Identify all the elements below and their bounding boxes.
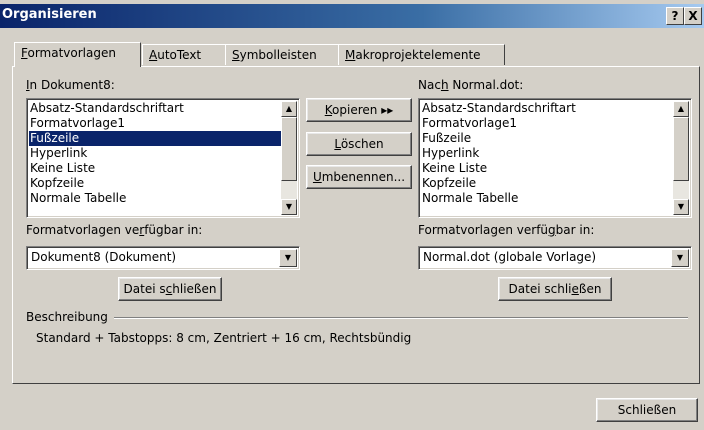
source-list-item[interactable]: Keine Liste	[29, 161, 281, 176]
source-list-item[interactable]: Kopfzeile	[29, 176, 281, 191]
target-availability-combo[interactable]: Normal.dot (globale Vorlage) ▼	[418, 246, 692, 270]
close-button[interactable]: Schließen	[596, 398, 698, 422]
help-button[interactable]: ?	[666, 7, 684, 25]
description-divider	[114, 317, 688, 319]
copy-button[interactable]: Kopieren ▸▸	[306, 98, 412, 122]
source-close-file-button[interactable]: Datei schließen	[118, 277, 222, 301]
dropdown-icon[interactable]: ▼	[279, 249, 297, 267]
window-title: Organisieren	[2, 7, 97, 22]
tab-autotext[interactable]: AutoText	[142, 44, 226, 65]
target-style-list[interactable]: Absatz-Standardschriftart Formatvorlage1 F…	[418, 98, 692, 218]
scroll-up-icon[interactable]: ▲	[673, 101, 689, 117]
source-style-list[interactable]: Absatz-Standardschriftart Formatvorlage1 F…	[26, 98, 300, 218]
scroll-down-icon[interactable]: ▼	[673, 199, 689, 215]
target-close-file-button[interactable]: Datei schließen	[498, 277, 612, 301]
target-list-scrollbar[interactable]: ▲ ▼	[673, 101, 689, 215]
description-text: Standard + Tabstopps: 8 cm, Zentriert + …	[36, 331, 412, 345]
close-window-button[interactable]: X	[684, 7, 702, 25]
tab-formatvorlagen[interactable]: Formatvorlagen	[14, 42, 141, 67]
source-list-item[interactable]: Hyperlink	[29, 146, 281, 161]
source-list-item[interactable]: Formatvorlage1	[29, 116, 281, 131]
target-list-item[interactable]: Kopfzeile	[421, 176, 673, 191]
source-list-item[interactable]: Absatz-Standardschriftart	[29, 101, 281, 116]
target-label: Nach Normal.dot:	[418, 78, 524, 92]
dropdown-icon[interactable]: ▼	[671, 249, 689, 267]
tab-makroprojektelemente[interactable]: Makroprojektelemente	[338, 44, 505, 65]
double-arrow-right-icon: ▸▸	[381, 103, 394, 117]
scroll-thumb[interactable]	[281, 117, 297, 181]
target-combo-value: Normal.dot (globale Vorlage)	[423, 250, 597, 264]
tab-symbolleisten[interactable]: Symbolleisten	[225, 44, 339, 65]
source-label: In Dokument8:	[26, 78, 115, 92]
source-availability-label: Formatvorlagen verfügbar in:	[26, 223, 203, 237]
scroll-up-icon[interactable]: ▲	[281, 101, 297, 117]
scroll-down-icon[interactable]: ▼	[281, 199, 297, 215]
target-availability-label: Formatvorlagen verfügbar in:	[418, 223, 595, 237]
source-availability-combo[interactable]: Dokument8 (Dokument) ▼	[26, 246, 300, 270]
source-list-item[interactable]: Fußzeile	[29, 131, 281, 146]
source-combo-value: Dokument8 (Dokument)	[31, 250, 177, 264]
target-list-item[interactable]: Fußzeile	[421, 131, 673, 146]
target-list-item[interactable]: Formatvorlage1	[421, 116, 673, 131]
delete-button[interactable]: Löschen	[306, 132, 412, 156]
source-list-scrollbar[interactable]: ▲ ▼	[281, 101, 297, 215]
target-list-item[interactable]: Absatz-Standardschriftart	[421, 101, 673, 116]
source-list-item[interactable]: Normale Tabelle	[29, 191, 281, 206]
target-list-item[interactable]: Normale Tabelle	[421, 191, 673, 206]
rename-button[interactable]: Umbenennen...	[306, 165, 412, 189]
target-list-item[interactable]: Keine Liste	[421, 161, 673, 176]
scroll-thumb[interactable]	[673, 117, 689, 181]
title-bar: Organisieren ? X	[0, 4, 704, 28]
target-list-item[interactable]: Hyperlink	[421, 146, 673, 161]
organize-dialog: Organisieren ? X Formatvorlagen AutoText…	[0, 0, 704, 430]
description-heading: Beschreibung	[26, 310, 108, 324]
